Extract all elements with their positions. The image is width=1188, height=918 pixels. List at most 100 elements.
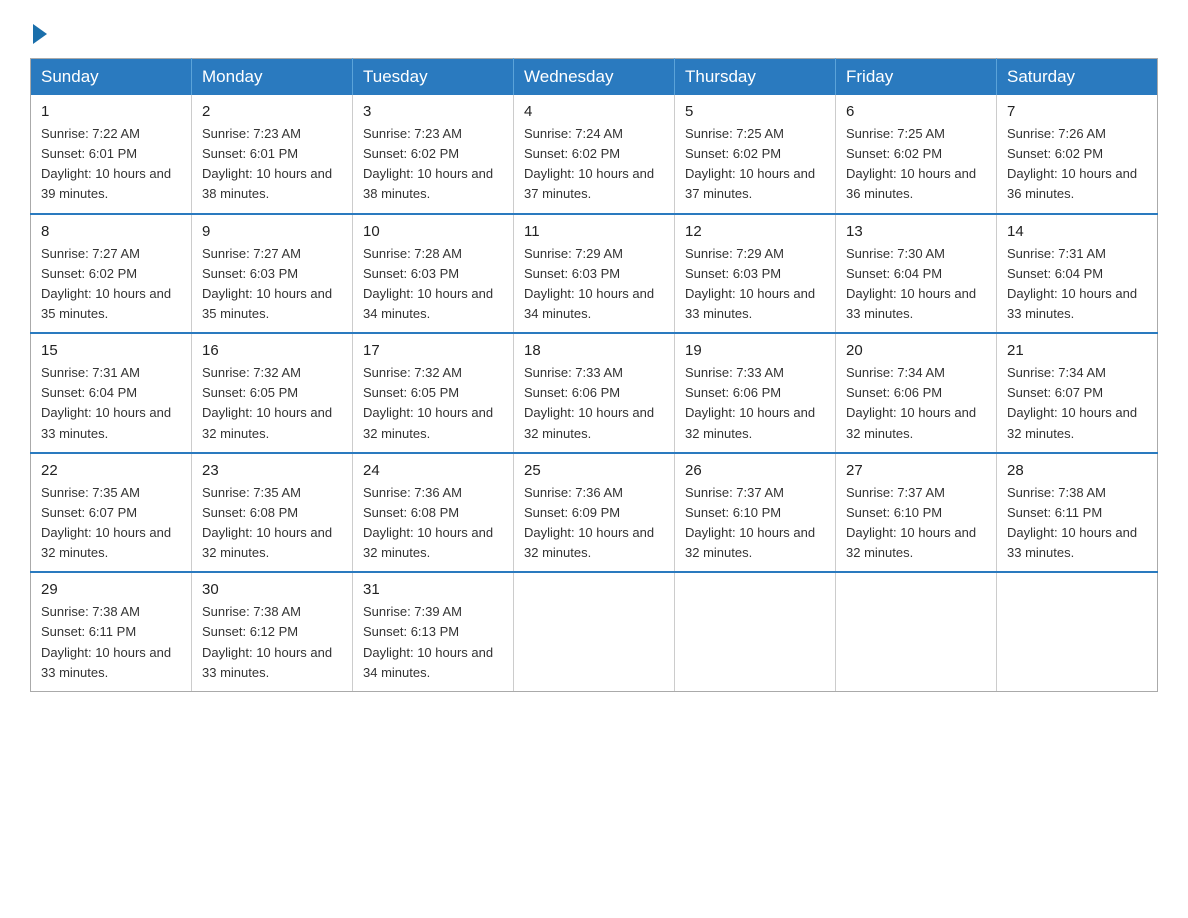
day-info: Sunrise: 7:39 AMSunset: 6:13 PMDaylight:… xyxy=(363,602,503,683)
calendar-cell: 10 Sunrise: 7:28 AMSunset: 6:03 PMDayligh… xyxy=(353,214,514,334)
day-info: Sunrise: 7:22 AMSunset: 6:01 PMDaylight:… xyxy=(41,124,181,205)
calendar-cell: 8 Sunrise: 7:27 AMSunset: 6:02 PMDaylight… xyxy=(31,214,192,334)
day-number: 18 xyxy=(524,342,664,359)
calendar-week-row: 22 Sunrise: 7:35 AMSunset: 6:07 PMDayligh… xyxy=(31,453,1158,573)
calendar-cell: 4 Sunrise: 7:24 AMSunset: 6:02 PMDaylight… xyxy=(514,95,675,214)
day-info: Sunrise: 7:32 AMSunset: 6:05 PMDaylight:… xyxy=(202,363,342,444)
day-number: 5 xyxy=(685,103,825,120)
calendar-cell: 17 Sunrise: 7:32 AMSunset: 6:05 PMDayligh… xyxy=(353,333,514,453)
day-number: 4 xyxy=(524,103,664,120)
day-info: Sunrise: 7:36 AMSunset: 6:09 PMDaylight:… xyxy=(524,483,664,564)
day-number: 21 xyxy=(1007,342,1147,359)
day-number: 14 xyxy=(1007,223,1147,240)
calendar-week-row: 15Sunrise: 7:31 AMSunset: 6:04 PMDayligh… xyxy=(31,333,1158,453)
calendar-cell: 15Sunrise: 7:31 AMSunset: 6:04 PMDayligh… xyxy=(31,333,192,453)
calendar-cell: 7 Sunrise: 7:26 AMSunset: 6:02 PMDaylight… xyxy=(997,95,1158,214)
day-info: Sunrise: 7:24 AMSunset: 6:02 PMDaylight:… xyxy=(524,124,664,205)
day-info: Sunrise: 7:33 AMSunset: 6:06 PMDaylight:… xyxy=(685,363,825,444)
column-header-tuesday: Tuesday xyxy=(353,59,514,96)
day-info: Sunrise: 7:36 AMSunset: 6:08 PMDaylight:… xyxy=(363,483,503,564)
calendar-cell xyxy=(997,572,1158,691)
day-info: Sunrise: 7:25 AMSunset: 6:02 PMDaylight:… xyxy=(685,124,825,205)
day-info: Sunrise: 7:29 AMSunset: 6:03 PMDaylight:… xyxy=(685,244,825,325)
calendar-cell: 3 Sunrise: 7:23 AMSunset: 6:02 PMDaylight… xyxy=(353,95,514,214)
calendar-cell: 2 Sunrise: 7:23 AMSunset: 6:01 PMDaylight… xyxy=(192,95,353,214)
day-info: Sunrise: 7:37 AMSunset: 6:10 PMDaylight:… xyxy=(846,483,986,564)
calendar-cell: 18 Sunrise: 7:33 AMSunset: 6:06 PMDayligh… xyxy=(514,333,675,453)
day-info: Sunrise: 7:30 AMSunset: 6:04 PMDaylight:… xyxy=(846,244,986,325)
day-number: 11 xyxy=(524,223,664,240)
day-info: Sunrise: 7:35 AMSunset: 6:07 PMDaylight:… xyxy=(41,483,181,564)
day-info: Sunrise: 7:27 AMSunset: 6:02 PMDaylight:… xyxy=(41,244,181,325)
calendar-week-row: 1Sunrise: 7:22 AMSunset: 6:01 PMDaylight… xyxy=(31,95,1158,214)
calendar-cell: 26Sunrise: 7:37 AMSunset: 6:10 PMDayligh… xyxy=(675,453,836,573)
calendar-cell: 14Sunrise: 7:31 AMSunset: 6:04 PMDayligh… xyxy=(997,214,1158,334)
calendar-cell: 20Sunrise: 7:34 AMSunset: 6:06 PMDayligh… xyxy=(836,333,997,453)
day-number: 20 xyxy=(846,342,986,359)
calendar-cell: 1Sunrise: 7:22 AMSunset: 6:01 PMDaylight… xyxy=(31,95,192,214)
day-number: 29 xyxy=(41,581,181,598)
day-number: 13 xyxy=(846,223,986,240)
day-info: Sunrise: 7:27 AMSunset: 6:03 PMDaylight:… xyxy=(202,244,342,325)
calendar-cell: 16 Sunrise: 7:32 AMSunset: 6:05 PMDayligh… xyxy=(192,333,353,453)
day-info: Sunrise: 7:29 AMSunset: 6:03 PMDaylight:… xyxy=(524,244,664,325)
calendar-week-row: 8 Sunrise: 7:27 AMSunset: 6:02 PMDaylight… xyxy=(31,214,1158,334)
page-header xyxy=(30,20,1158,40)
day-number: 12 xyxy=(685,223,825,240)
day-number: 3 xyxy=(363,103,503,120)
day-number: 6 xyxy=(846,103,986,120)
calendar-cell: 31 Sunrise: 7:39 AMSunset: 6:13 PMDayligh… xyxy=(353,572,514,691)
day-info: Sunrise: 7:32 AMSunset: 6:05 PMDaylight:… xyxy=(363,363,503,444)
column-header-monday: Monday xyxy=(192,59,353,96)
calendar-cell: 23Sunrise: 7:35 AMSunset: 6:08 PMDayligh… xyxy=(192,453,353,573)
day-number: 2 xyxy=(202,103,342,120)
calendar-cell: 11 Sunrise: 7:29 AMSunset: 6:03 PMDayligh… xyxy=(514,214,675,334)
column-header-saturday: Saturday xyxy=(997,59,1158,96)
calendar-week-row: 29 Sunrise: 7:38 AMSunset: 6:11 PMDayligh… xyxy=(31,572,1158,691)
day-number: 24 xyxy=(363,462,503,479)
calendar-cell xyxy=(514,572,675,691)
calendar-cell xyxy=(675,572,836,691)
day-number: 30 xyxy=(202,581,342,598)
calendar-cell: 29 Sunrise: 7:38 AMSunset: 6:11 PMDayligh… xyxy=(31,572,192,691)
calendar-cell: 19 Sunrise: 7:33 AMSunset: 6:06 PMDayligh… xyxy=(675,333,836,453)
day-info: Sunrise: 7:38 AMSunset: 6:11 PMDaylight:… xyxy=(1007,483,1147,564)
calendar-header-row: SundayMondayTuesdayWednesdayThursdayFrid… xyxy=(31,59,1158,96)
column-header-sunday: Sunday xyxy=(31,59,192,96)
day-info: Sunrise: 7:38 AMSunset: 6:11 PMDaylight:… xyxy=(41,602,181,683)
day-number: 19 xyxy=(685,342,825,359)
calendar-cell: 12 Sunrise: 7:29 AMSunset: 6:03 PMDayligh… xyxy=(675,214,836,334)
day-info: Sunrise: 7:33 AMSunset: 6:06 PMDaylight:… xyxy=(524,363,664,444)
day-number: 16 xyxy=(202,342,342,359)
day-number: 31 xyxy=(363,581,503,598)
day-info: Sunrise: 7:26 AMSunset: 6:02 PMDaylight:… xyxy=(1007,124,1147,205)
day-info: Sunrise: 7:35 AMSunset: 6:08 PMDaylight:… xyxy=(202,483,342,564)
column-header-wednesday: Wednesday xyxy=(514,59,675,96)
column-header-thursday: Thursday xyxy=(675,59,836,96)
day-number: 22 xyxy=(41,462,181,479)
calendar-cell: 22 Sunrise: 7:35 AMSunset: 6:07 PMDayligh… xyxy=(31,453,192,573)
column-header-friday: Friday xyxy=(836,59,997,96)
calendar-cell: 9Sunrise: 7:27 AMSunset: 6:03 PMDaylight… xyxy=(192,214,353,334)
calendar-cell: 21 Sunrise: 7:34 AMSunset: 6:07 PMDayligh… xyxy=(997,333,1158,453)
calendar-table: SundayMondayTuesdayWednesdayThursdayFrid… xyxy=(30,58,1158,692)
day-info: Sunrise: 7:25 AMSunset: 6:02 PMDaylight:… xyxy=(846,124,986,205)
day-info: Sunrise: 7:28 AMSunset: 6:03 PMDaylight:… xyxy=(363,244,503,325)
day-number: 10 xyxy=(363,223,503,240)
day-info: Sunrise: 7:23 AMSunset: 6:02 PMDaylight:… xyxy=(363,124,503,205)
day-number: 7 xyxy=(1007,103,1147,120)
day-info: Sunrise: 7:37 AMSunset: 6:10 PMDaylight:… xyxy=(685,483,825,564)
day-number: 17 xyxy=(363,342,503,359)
day-info: Sunrise: 7:23 AMSunset: 6:01 PMDaylight:… xyxy=(202,124,342,205)
calendar-cell: 30 Sunrise: 7:38 AMSunset: 6:12 PMDayligh… xyxy=(192,572,353,691)
calendar-cell xyxy=(836,572,997,691)
calendar-cell: 5 Sunrise: 7:25 AMSunset: 6:02 PMDaylight… xyxy=(675,95,836,214)
day-number: 28 xyxy=(1007,462,1147,479)
day-info: Sunrise: 7:38 AMSunset: 6:12 PMDaylight:… xyxy=(202,602,342,683)
calendar-cell: 28 Sunrise: 7:38 AMSunset: 6:11 PMDayligh… xyxy=(997,453,1158,573)
day-number: 25 xyxy=(524,462,664,479)
day-number: 8 xyxy=(41,223,181,240)
day-info: Sunrise: 7:34 AMSunset: 6:07 PMDaylight:… xyxy=(1007,363,1147,444)
calendar-cell: 27Sunrise: 7:37 AMSunset: 6:10 PMDayligh… xyxy=(836,453,997,573)
day-info: Sunrise: 7:31 AMSunset: 6:04 PMDaylight:… xyxy=(41,363,181,444)
